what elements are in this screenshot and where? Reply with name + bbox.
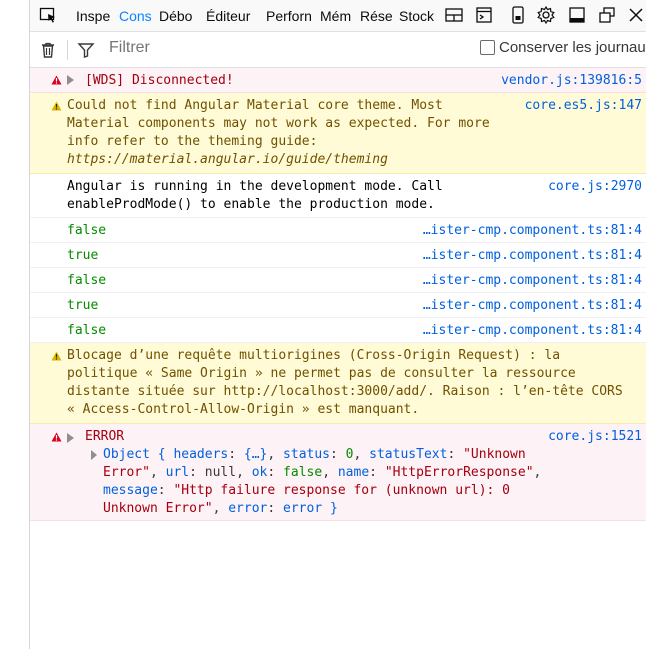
tab-memory[interactable]: Mém xyxy=(320,0,354,31)
tab-style-editor[interactable]: Éditeur xyxy=(206,0,260,31)
message-source-link[interactable]: …ister-cmp.component.ts:81:4 xyxy=(423,222,642,240)
persist-logs-checkbox[interactable]: Conserver les journaux xyxy=(480,39,646,56)
tab-debugger[interactable]: Débo xyxy=(159,0,199,31)
message-line: « Access-Control-Allow-Origin » est manq… xyxy=(67,402,420,417)
object-key: statusText xyxy=(369,447,448,462)
object-value: "Http failure response for (unknown url)… xyxy=(173,483,510,498)
object-key: url xyxy=(165,465,190,480)
message-line: info refer to the theming guide: xyxy=(67,134,318,149)
object-value[interactable]: error xyxy=(283,501,322,516)
tab-performance[interactable]: Perforn xyxy=(266,0,316,31)
message-line: enableProdMode() to enable the productio… xyxy=(67,197,435,212)
separate-window-icon[interactable] xyxy=(597,5,617,25)
object-key: name xyxy=(337,465,370,480)
console-message-log[interactable]: true …ister-cmp.component.ts:81:4 xyxy=(30,243,646,268)
object-key: ok xyxy=(251,465,268,480)
object-value: "HttpErrorResponse" xyxy=(384,465,534,480)
object-prefix: Object { xyxy=(103,447,166,462)
tab-console[interactable]: Cons xyxy=(119,0,157,31)
boolean-value: true xyxy=(67,298,99,313)
object-suffix: } xyxy=(330,501,338,516)
devtools-toolbar: Inspe Cons Débo Éditeur Perforn Mém Rése… xyxy=(30,0,646,32)
console-message-log[interactable]: false …ister-cmp.component.ts:81:4 xyxy=(30,218,646,243)
message-source-link[interactable]: core.es5.js:147 xyxy=(524,97,642,115)
message-line: Blocage d’une requête multiorigines (Cro… xyxy=(67,348,561,363)
message-line: Material components may not work as expe… xyxy=(67,116,490,131)
filter-input[interactable] xyxy=(109,39,409,57)
object-value: 0 xyxy=(345,447,354,462)
boolean-value: false xyxy=(67,323,107,338)
object-expand-arrow-icon[interactable] xyxy=(91,450,97,460)
object-inspector[interactable]: Object { headers: {…}, status: 0, status… xyxy=(85,446,634,518)
console-message-error[interactable]: [WDS] Disconnected! vendor.js:139816:5 xyxy=(30,68,646,93)
checkbox-box[interactable] xyxy=(480,40,495,55)
console-message-log[interactable]: Angular is running in the development mo… xyxy=(30,174,646,218)
message-line: distante située sur http://localhost:300… xyxy=(67,384,623,399)
close-icon[interactable] xyxy=(626,5,646,25)
element-picker-icon[interactable] xyxy=(38,5,58,25)
tab-network[interactable]: Rése xyxy=(360,0,394,31)
responsive-layout-icon[interactable] xyxy=(444,5,464,25)
message-source-link[interactable]: …ister-cmp.component.ts:81:4 xyxy=(423,272,642,290)
message-link[interactable]: https://material.angular.io/guide/themin… xyxy=(67,151,634,169)
object-value: null xyxy=(204,465,237,480)
gear-icon[interactable] xyxy=(536,5,556,25)
message-source-link[interactable]: …ister-cmp.component.ts:81:4 xyxy=(423,247,642,265)
error-icon xyxy=(51,432,62,442)
message-source-link[interactable]: …ister-cmp.component.ts:81:4 xyxy=(423,297,642,315)
console-message-warning[interactable]: Blocage d’une requête multiorigines (Cro… xyxy=(30,343,646,424)
warning-icon xyxy=(51,351,62,361)
filter-icon xyxy=(77,43,95,58)
message-source-link[interactable]: core.js:2970 xyxy=(548,178,642,196)
console-message-log[interactable]: true …ister-cmp.component.ts:81:4 xyxy=(30,293,646,318)
trash-icon[interactable] xyxy=(39,41,57,59)
message-source-link[interactable]: vendor.js:139816:5 xyxy=(501,72,642,90)
message-text: [WDS] Disconnected! xyxy=(85,73,234,88)
boolean-value: false xyxy=(67,273,107,288)
console-message-log[interactable]: false …ister-cmp.component.ts:81:4 xyxy=(30,318,646,343)
tab-storage[interactable]: Stock xyxy=(399,0,435,31)
boolean-value: true xyxy=(67,248,99,263)
error-icon xyxy=(51,75,62,85)
object-key: message xyxy=(103,483,158,498)
console-message-warning[interactable]: Could not find Angular Material core the… xyxy=(30,93,646,174)
expand-arrow-icon[interactable] xyxy=(67,433,74,443)
tab-inspector[interactable]: Inspe xyxy=(76,0,116,31)
message-source-link[interactable]: …ister-cmp.component.ts:81:4 xyxy=(423,322,642,340)
object-key: headers xyxy=(173,447,229,462)
object-key: error xyxy=(228,501,268,516)
message-line: politique « Same Origin » ne permet pas … xyxy=(67,366,576,381)
console-message-log[interactable]: false …ister-cmp.component.ts:81:4 xyxy=(30,268,646,293)
warning-icon xyxy=(51,101,62,111)
expand-arrow-icon[interactable] xyxy=(67,75,74,85)
persist-logs-label: Conserver les journaux xyxy=(499,39,646,56)
boolean-value: false xyxy=(67,223,107,238)
object-key: status xyxy=(283,447,331,462)
object-value: false xyxy=(283,465,323,480)
scratchpad-icon[interactable] xyxy=(474,5,494,25)
toolbar-divider xyxy=(67,40,68,60)
object-value[interactable]: {…} xyxy=(244,447,267,462)
dock-bottom-icon[interactable] xyxy=(567,5,587,25)
message-source-link[interactable]: core.js:1521 xyxy=(548,428,642,446)
console-output: [WDS] Disconnected! vendor.js:139816:5 C… xyxy=(30,68,646,521)
responsive-design-icon[interactable] xyxy=(508,5,528,25)
object-value: Unknown Error" xyxy=(103,501,213,516)
object-value: Error" xyxy=(103,465,150,480)
console-filter-bar: Conserver les journaux xyxy=(30,32,646,68)
object-value: "Unknown xyxy=(463,447,526,462)
console-message-error[interactable]: ERROR Object { headers: {…}, status: 0, … xyxy=(30,424,646,521)
